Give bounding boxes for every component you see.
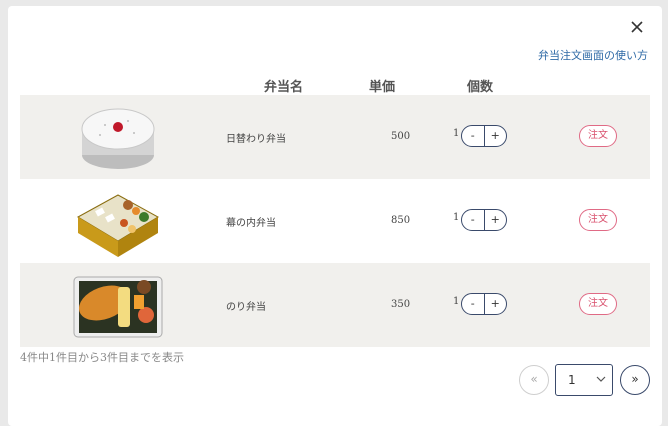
header-price: 単価	[369, 80, 396, 95]
nori-bento-image	[73, 276, 163, 338]
order-button[interactable]: 注文	[579, 125, 617, 147]
increment-button[interactable]: +	[485, 126, 507, 146]
pager-prev-button[interactable]: «	[519, 365, 549, 395]
page-select-value: 1	[568, 373, 576, 387]
increment-button[interactable]: +	[485, 210, 507, 230]
decrement-button[interactable]: -	[462, 210, 485, 230]
item-quantity: 1	[453, 296, 460, 307]
quantity-stepper: - +	[461, 209, 507, 231]
decrement-button[interactable]: -	[462, 126, 485, 146]
decrement-button[interactable]: -	[462, 294, 485, 314]
help-link[interactable]: 弁当注文画面の使い方	[538, 47, 648, 63]
item-price: 500	[391, 131, 411, 142]
table-row: のり弁当 350 1 - + 注文	[20, 263, 650, 347]
item-name: 幕の内弁当	[226, 218, 276, 229]
item-price: 850	[391, 215, 411, 226]
item-price: 350	[391, 299, 411, 310]
makunouchi-bento-image	[76, 194, 160, 257]
item-quantity: 1	[453, 128, 460, 139]
quantity-stepper: - +	[461, 125, 507, 147]
double-chevron-left-icon: «	[530, 372, 538, 386]
item-quantity: 1	[453, 212, 460, 223]
increment-button[interactable]: +	[485, 294, 507, 314]
item-name: 日替わり弁当	[226, 134, 286, 145]
header-quantity: 個数	[467, 80, 494, 95]
result-count-text: 4件中1件目から3件目までを表示	[20, 351, 184, 364]
double-chevron-right-icon: »	[631, 372, 639, 386]
header-name: 弁当名	[264, 80, 304, 95]
table-header: 弁当名 単価 個数	[8, 76, 662, 96]
order-button[interactable]: 注文	[579, 209, 617, 231]
quantity-stepper: - +	[461, 293, 507, 315]
bento-rice-box-image	[81, 108, 155, 169]
table-row: 幕の内弁当 850 1 - + 注文	[20, 179, 650, 263]
table-row: 日替わり弁当 500 1 - + 注文	[20, 95, 650, 179]
pager-next-button[interactable]: »	[620, 365, 650, 395]
chevron-down-icon	[596, 376, 606, 382]
order-button[interactable]: 注文	[579, 293, 617, 315]
item-name: のり弁当	[226, 302, 266, 313]
close-icon[interactable]	[628, 18, 646, 36]
page-select[interactable]: 1	[555, 364, 613, 396]
order-modal: 弁当注文画面の使い方 弁当名 単価 個数 日替わり弁当 500 1 - + 注文	[8, 6, 662, 426]
